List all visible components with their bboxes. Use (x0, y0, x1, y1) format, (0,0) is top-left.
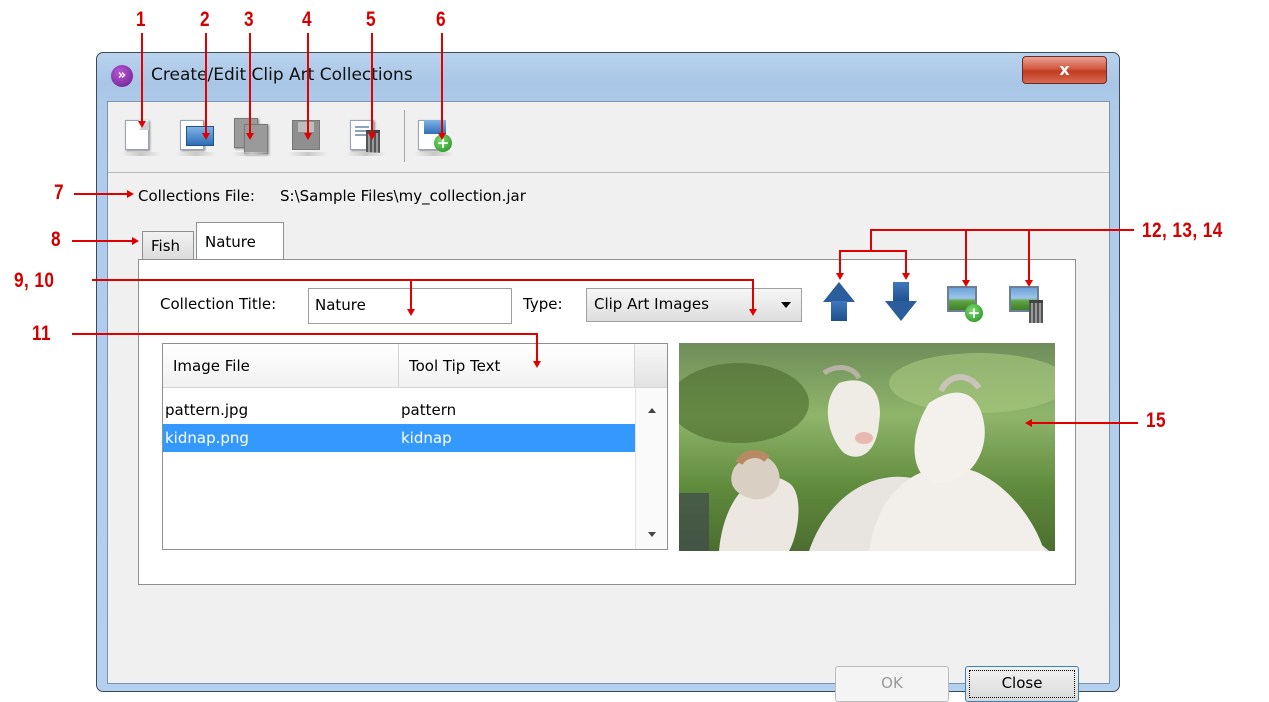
callout-line-14 (1028, 229, 1030, 280)
callout-arrow-8 (132, 237, 139, 245)
callout-line-12b (905, 250, 907, 273)
callout-line-12 (839, 250, 841, 273)
toolbar: + (108, 102, 1109, 173)
callout-line-3 (249, 33, 251, 133)
type-label: Type: (523, 295, 563, 313)
delete-collection-icon[interactable] (346, 114, 386, 160)
cell-image-file: kidnap.png (165, 429, 249, 447)
cell-tool-tip: kidnap (401, 429, 452, 447)
add-collection-icon[interactable]: + (414, 114, 454, 160)
callout-arrow-4 (304, 133, 312, 140)
callout-line-15 (1032, 422, 1138, 424)
close-button-label: Close (1001, 674, 1043, 692)
callout-9-10: 9, 10 (14, 269, 55, 292)
callout-2: 2 (200, 8, 210, 31)
callout-line-6 (441, 33, 443, 133)
callout-arrow-3 (246, 133, 254, 140)
callout-8: 8 (51, 228, 61, 251)
table-header-corner (635, 344, 667, 388)
callout-4: 4 (302, 8, 312, 31)
callout-line-1 (141, 33, 143, 121)
move-down-icon[interactable] (881, 282, 921, 328)
remove-image-icon[interactable] (1005, 282, 1045, 328)
ok-button[interactable]: OK (835, 666, 949, 702)
collections-file-label: Collections File: (138, 187, 255, 205)
callout-line-11 (72, 333, 538, 335)
open-document-icon[interactable] (176, 114, 216, 160)
table-row[interactable]: pattern.jpg pattern (163, 396, 635, 424)
callout-line-10 (752, 279, 754, 309)
callout-arrow-14 (1025, 280, 1033, 287)
image-table[interactable]: Image File Tool Tip Text pattern.jpg pat… (162, 343, 668, 550)
callout-line-11b (536, 333, 538, 361)
callout-arrow-2 (202, 133, 210, 140)
callout-3: 3 (244, 8, 254, 31)
scroll-up-icon[interactable] (648, 408, 656, 413)
callout-line-4 (307, 33, 309, 133)
callout-11: 11 (32, 322, 52, 345)
chevron-down-icon (781, 302, 791, 308)
cell-tool-tip: pattern (401, 401, 457, 419)
toolbar-separator (404, 110, 405, 162)
callout-arrow-13 (962, 280, 970, 287)
tab-fish[interactable]: Fish (142, 231, 194, 259)
callout-arrow-15 (1025, 419, 1032, 427)
callout-6: 6 (436, 8, 446, 31)
cell-image-file: pattern.jpg (165, 401, 249, 419)
callout-line-8 (72, 240, 134, 242)
callout-arrow-11 (533, 361, 541, 368)
type-select[interactable]: Clip Art Images (586, 288, 802, 322)
callout-line-12-stem (870, 229, 872, 251)
dialog-client-area: + Collections File: S:\Sample Files\my_c… (107, 101, 1110, 702)
callout-line-9-10 (92, 279, 754, 281)
close-button[interactable]: Close (965, 666, 1079, 702)
table-scrollbar[interactable] (635, 388, 667, 549)
dialog-window: » Create/Edit Clip Art Collections x + C… (96, 52, 1120, 702)
callout-arrow-9 (407, 309, 415, 316)
column-header-image-file[interactable]: Image File (163, 344, 399, 388)
type-select-value: Clip Art Images (594, 295, 709, 313)
tab-nature[interactable]: Nature (196, 222, 284, 260)
callout-arrow-12 (836, 273, 844, 280)
collection-title-label: Collection Title: (160, 295, 277, 313)
table-row[interactable]: kidnap.png kidnap (163, 424, 635, 452)
callout-line-13 (965, 229, 967, 280)
callout-line-7 (74, 193, 129, 195)
image-preview (679, 343, 1055, 551)
app-icon: » (111, 65, 133, 87)
callout-7: 7 (54, 181, 64, 204)
window-title: Create/Edit Clip Art Collections (151, 65, 413, 85)
callout-arrow-1 (138, 121, 146, 128)
callout-line-12-branch (839, 250, 907, 252)
callout-arrow-6 (438, 133, 446, 140)
callout-1: 1 (136, 8, 146, 31)
callout-arrow-12b (902, 273, 910, 280)
callout-line-9 (410, 279, 412, 309)
add-image-icon[interactable]: + (943, 282, 983, 328)
callout-line-5 (371, 33, 373, 133)
tab-panel-nature: Collection Title: Nature Type: Clip Art … (138, 259, 1076, 585)
callout-line-2 (205, 33, 207, 133)
callout-line-12-14 (870, 229, 1134, 231)
callout-arrow-5 (368, 133, 376, 140)
collections-file-path: S:\Sample Files\my_collection.jar (280, 187, 526, 205)
window-close-button[interactable]: x (1022, 56, 1107, 84)
column-header-tool-tip-text[interactable]: Tool Tip Text (399, 344, 635, 388)
callout-arrow-7 (127, 190, 134, 198)
callout-arrow-10 (749, 309, 757, 316)
move-up-icon[interactable] (819, 282, 859, 328)
callout-5: 5 (366, 8, 376, 31)
scroll-down-icon[interactable] (648, 532, 656, 537)
callout-15: 15 (1146, 409, 1166, 432)
callout-12-13-14: 12, 13, 14 (1142, 219, 1223, 242)
